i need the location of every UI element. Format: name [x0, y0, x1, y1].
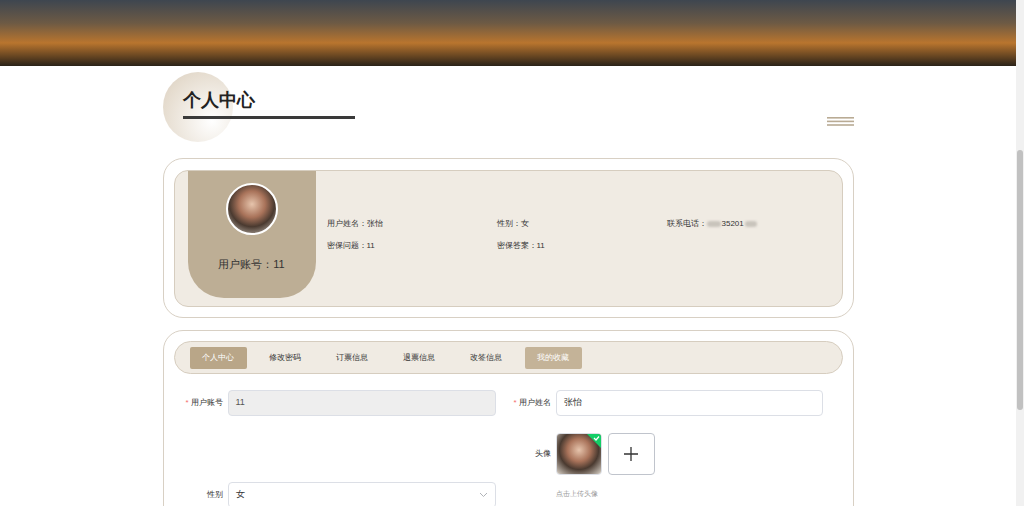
title-block: 个人中心	[163, 66, 355, 119]
field-label: 性别	[183, 490, 223, 500]
tab[interactable]: 订票信息	[324, 347, 381, 369]
profile-field: 密保答案：11	[497, 241, 667, 250]
menu-icon[interactable]	[827, 117, 854, 126]
tab[interactable]: 我的收藏	[525, 347, 582, 369]
banner-image	[0, 0, 1016, 66]
avatar-thumb[interactable]	[556, 433, 602, 475]
required-mark: *	[185, 398, 188, 407]
form-right: *用户姓名张怡头像点击上传头像	[511, 390, 823, 506]
check-icon	[587, 434, 601, 448]
form-field: *用户姓名张怡	[511, 390, 823, 416]
profile-card: 用户账号：11 用户姓名：张怡性别：女联系电话：35201 密保问题：11密保答案：…	[163, 158, 854, 318]
scrollbar[interactable]	[1016, 0, 1024, 506]
field-label: *用户姓名	[511, 398, 551, 408]
form-field: *用户账号 11	[183, 390, 496, 416]
profile-panel: 用户账号：11 用户姓名：张怡性别：女联系电话：35201 密保问题：11密保答案：…	[174, 170, 843, 307]
page-title: 个人中心	[183, 88, 355, 112]
main: 个人中心用户账号：11用户姓名：张怡性别：女联系电话：35201密保问题：11密…	[0, 0, 1016, 506]
chevron-down-icon	[479, 492, 488, 498]
profile-form: *用户账号 11 性别女 *用户姓名张怡头像点击上传头像	[174, 390, 843, 506]
title-underline	[183, 116, 355, 119]
profile-field: 性别：女	[497, 219, 667, 228]
avatar-field: 头像	[511, 433, 823, 475]
tab[interactable]: 个人中心	[190, 347, 247, 369]
avatar-photo	[226, 183, 278, 235]
tab[interactable]: 改签信息	[458, 347, 515, 369]
tab-bar: 个人中心修改密码订票信息退票信息改签信息我的收藏	[174, 341, 843, 374]
avatar-list	[556, 433, 655, 475]
scrollbar-thumb[interactable]	[1017, 150, 1023, 410]
account-panel: 用户账号：11	[188, 171, 316, 298]
account-text: 用户账号：11	[218, 257, 284, 271]
field-label: *用户账号	[183, 398, 223, 408]
gender-select[interactable]: 女	[228, 482, 496, 506]
info-card: 个人中心修改密码订票信息退票信息改签信息我的收藏 *用户账号 11 性别女 *用户姓名张…	[163, 330, 854, 506]
field-label: 头像	[511, 449, 551, 459]
text-input[interactable]: 张怡	[556, 390, 823, 416]
upload-button[interactable]	[608, 433, 655, 475]
required-mark: *	[513, 398, 516, 407]
blur-mask	[745, 221, 757, 227]
upload-hint: 点击上传头像	[556, 489, 823, 498]
content: 个人中心用户账号：11用户姓名：张怡性别：女联系电话：35201密保问题：11密…	[163, 66, 854, 506]
profile-field: 联系电话：35201	[667, 219, 837, 228]
title-bar: 个人中心	[163, 66, 854, 158]
form-field: 性别女	[183, 482, 496, 506]
profile-field: 密保问题：11	[327, 241, 497, 250]
plus-icon	[624, 447, 638, 461]
profile-info: 用户姓名：张怡性别：女联系电话：35201 密保问题：11密保答案：11	[327, 219, 837, 250]
text-input: 11	[228, 390, 496, 416]
profile-field: 用户姓名：张怡	[327, 219, 497, 228]
form-left: *用户账号 11 性别女	[183, 390, 496, 506]
tab[interactable]: 退票信息	[391, 347, 448, 369]
tab[interactable]: 修改密码	[257, 347, 314, 369]
blur-mask	[707, 221, 721, 227]
page: 个人中心用户账号：11用户姓名：张怡性别：女联系电话：35201密保问题：11密…	[0, 0, 1024, 506]
